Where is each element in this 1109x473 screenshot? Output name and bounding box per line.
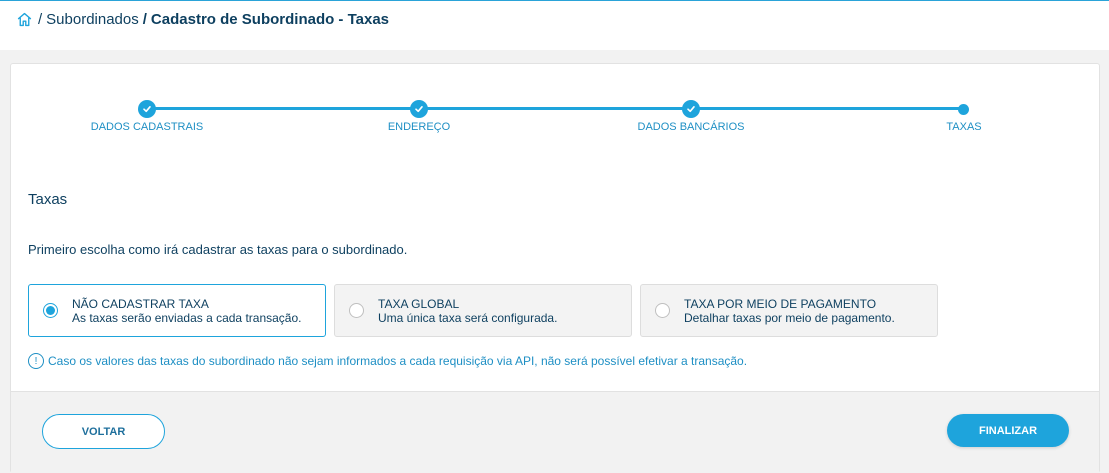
option-title: TAXA GLOBAL <box>378 296 460 311</box>
stepper-line <box>147 107 963 110</box>
top-bar: / Subordinados / Cadastro de Subordinado… <box>0 0 1109 50</box>
breadcrumb-separator: / <box>142 11 147 28</box>
back-button[interactable]: VOLTAR <box>42 414 165 449</box>
section-title: Taxas <box>28 191 68 208</box>
step-check-icon <box>138 100 156 118</box>
radio-icon[interactable] <box>349 303 364 318</box>
step-check-icon <box>410 100 428 118</box>
option-subtitle: Uma única taxa será configurada. <box>378 310 558 325</box>
step-label-taxas: TAXAS <box>946 121 982 133</box>
section-intro: Primeiro escolha como irá cadastrar as t… <box>28 242 408 257</box>
home-icon[interactable] <box>16 11 33 28</box>
finish-button[interactable]: FINALIZAR <box>947 414 1069 447</box>
form-card: DADOS CADASTRAIS ENDEREÇO DADOS BANCÁRIO… <box>10 63 1100 473</box>
option-subtitle: As taxas serão enviadas a cada transação… <box>72 310 302 325</box>
option-title: TAXA POR MEIO DE PAGAMENTO <box>684 296 877 311</box>
step-check-icon <box>682 100 700 118</box>
step-label-endereco: ENDEREÇO <box>387 121 451 133</box>
breadcrumb-separator: / <box>38 11 43 28</box>
radio-icon[interactable] <box>655 303 670 318</box>
warning-text: Caso os valores das taxas do subordinado… <box>48 354 748 368</box>
stepper: DADOS CADASTRAIS ENDEREÇO DADOS BANCÁRIO… <box>11 64 1101 154</box>
form-footer: VOLTAR FINALIZAR <box>11 391 1099 473</box>
breadcrumb: / Subordinados / Cadastro de Subordinado… <box>16 11 389 28</box>
option-taxa-global[interactable]: TAXA GLOBAL Uma única taxa será configur… <box>334 284 632 337</box>
option-subtitle: Detalhar taxas por meio de pagamento. <box>684 310 895 325</box>
info-icon: ! <box>28 353 44 369</box>
breadcrumb-subordinados-link[interactable]: Subordinados <box>46 11 139 28</box>
breadcrumb-current: Cadastro de Subordinado - Taxas <box>150 11 390 28</box>
step-label-dados-bancarios: DADOS BANCÁRIOS <box>637 121 745 133</box>
step-label-dados-cadastrais: DADOS CADASTRAIS <box>90 121 204 133</box>
radio-selected-icon[interactable] <box>43 303 58 318</box>
option-title: NÃO CADASTRAR TAXA <box>72 296 209 311</box>
step-current-dot-icon <box>958 104 969 115</box>
warning-message: ! Caso os valores das taxas do subordina… <box>28 353 747 369</box>
option-taxa-por-meio-de-pagamento[interactable]: TAXA POR MEIO DE PAGAMENTO Detalhar taxa… <box>640 284 938 337</box>
option-nao-cadastrar-taxa[interactable]: NÃO CADASTRAR TAXA As taxas serão enviad… <box>28 284 326 337</box>
